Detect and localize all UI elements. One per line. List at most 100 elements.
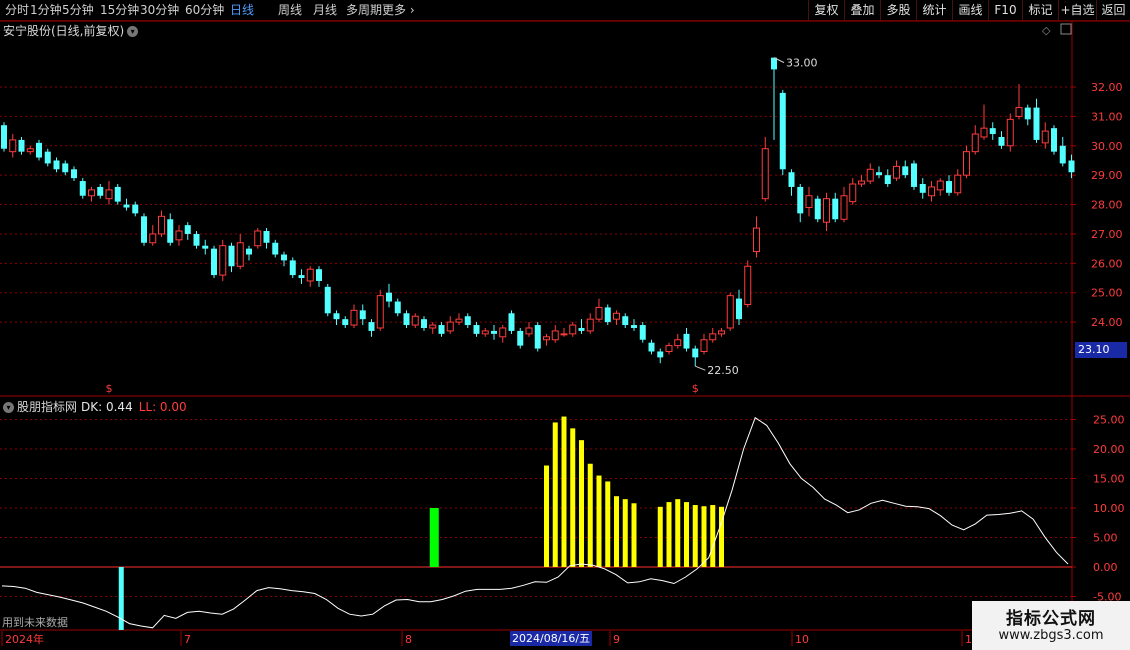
candle-body [971, 133, 979, 153]
candle-body [560, 333, 568, 336]
yellow-bar [605, 481, 611, 567]
yellow-bar [570, 428, 576, 567]
candle-body [316, 269, 322, 281]
indicator-y-label: 0.00 [1093, 561, 1118, 574]
candle-body [1068, 160, 1075, 173]
watermark: 指标公式网 www.zbgs3.com [972, 601, 1130, 650]
yellow-bar [622, 499, 628, 567]
candle-body [429, 324, 437, 329]
candle-body [604, 307, 611, 323]
candle-body [324, 286, 331, 314]
candle-body [491, 330, 497, 334]
yellow-bar [614, 496, 619, 567]
yellow-bar [552, 422, 558, 567]
candle-body [980, 127, 988, 138]
candle-body [788, 172, 795, 187]
candle-body [919, 183, 926, 193]
candle-body [797, 186, 804, 214]
candle-body [866, 168, 874, 182]
yellow-bar [631, 503, 637, 567]
date-label: 7 [184, 633, 191, 646]
candle-body [718, 330, 725, 335]
candle-body [219, 245, 227, 276]
candle-body [228, 245, 235, 267]
candle-body [946, 181, 952, 193]
date-label: 2024年 [5, 632, 44, 646]
candle-body [202, 245, 209, 249]
yellow-bar [701, 506, 707, 567]
candle-body [1, 125, 7, 149]
yellow-bar [561, 416, 567, 567]
candle-body [26, 148, 34, 153]
y-axis-label: 26.00 [1091, 257, 1123, 270]
candle-body [525, 327, 533, 335]
candle-body [543, 336, 550, 341]
candle-body [954, 174, 962, 194]
indicator-y-label: 10.00 [1093, 502, 1125, 515]
candle-body [1059, 145, 1066, 164]
yellow-bar [579, 440, 584, 567]
candle-body [97, 186, 104, 196]
candle-body [884, 175, 891, 184]
candle-body [586, 318, 594, 332]
yellow-bar [596, 475, 602, 567]
candle-body [158, 215, 165, 235]
candle-body [692, 348, 699, 358]
candle-body [167, 219, 174, 243]
candle-body [263, 231, 270, 243]
candle-body [726, 295, 734, 329]
panel-toggle-icon[interactable] [1060, 23, 1072, 35]
candle-body [534, 325, 541, 349]
signal-marker: $ [692, 382, 699, 395]
candle-body [403, 313, 410, 326]
candle-body [473, 325, 480, 334]
candle-body [893, 165, 900, 179]
candle-body [386, 292, 392, 302]
candle-body [648, 342, 655, 352]
candle-body [709, 333, 717, 341]
candle-body [333, 313, 340, 320]
chart-canvas[interactable]: 32.00 31.00 30.00 29.00 28.00 27.00 26.00 25.00… [0, 0, 1130, 650]
yellow-bar [666, 502, 672, 567]
diamond-icon: ◇ [1042, 24, 1051, 37]
candle-body [298, 275, 305, 279]
candle-body [36, 142, 42, 158]
yellow-bar [657, 506, 663, 567]
candle-body [246, 248, 252, 255]
y-axis-label: 30.00 [1091, 140, 1123, 153]
low-pointer [695, 365, 706, 371]
signal-marker: $ [106, 382, 113, 395]
candle-body [840, 195, 848, 220]
candle-body [736, 298, 742, 320]
y-axis-label: 24.00 [1091, 316, 1123, 329]
yellow-bar [710, 505, 716, 567]
y-axis-label: 27.00 [1091, 228, 1123, 241]
candle-body [508, 313, 515, 331]
candle-body [368, 322, 375, 331]
candle-body [254, 230, 262, 247]
candle-body [141, 216, 147, 243]
watermark-title: 指标公式网 [1006, 609, 1096, 629]
watermark-url: www.zbgs3.com [998, 628, 1104, 643]
yellow-bar [544, 465, 549, 567]
candle-body [761, 148, 769, 200]
candle-body [1024, 107, 1031, 120]
candle-body [1006, 118, 1014, 147]
candle-body [771, 57, 777, 70]
candle-body [639, 325, 646, 340]
yellow-bar [587, 463, 593, 567]
candle-body [88, 189, 95, 197]
candle-body [193, 233, 200, 246]
candle-body [9, 139, 17, 153]
candle-body [744, 265, 752, 305]
candle-body [481, 330, 489, 335]
indicator-y-label: 20.00 [1093, 443, 1125, 456]
candle-body [184, 225, 191, 234]
candle-body [849, 183, 857, 203]
candle-body [306, 268, 314, 282]
y-axis-label: 25.00 [1091, 287, 1123, 300]
candle-body [622, 316, 629, 326]
indicator-y-label: 25.00 [1093, 414, 1125, 427]
candle-body [657, 351, 664, 358]
candle-body [683, 333, 690, 349]
